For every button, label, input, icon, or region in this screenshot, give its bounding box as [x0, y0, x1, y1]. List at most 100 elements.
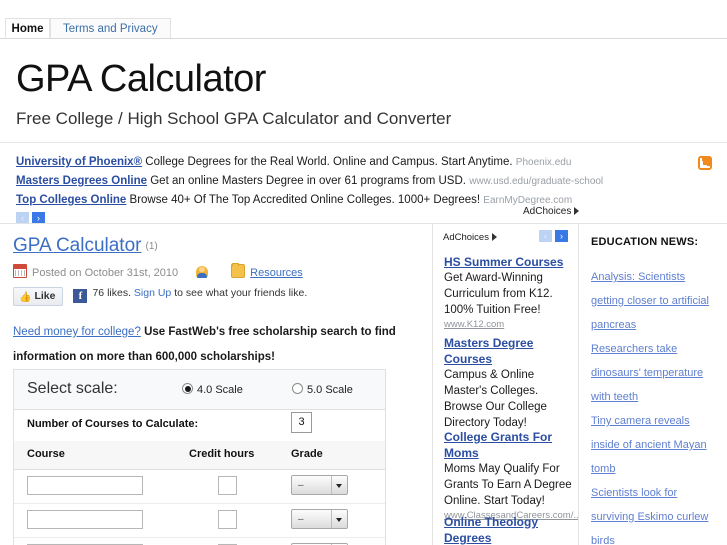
post-meta: Posted on October 31st, 2010 Resources	[13, 263, 303, 279]
adchoices-label: AdChoices	[443, 232, 489, 243]
top-ad-url: Phoenix.edu	[515, 157, 572, 168]
folder-icon	[231, 263, 246, 278]
news-list-item: Analysis: Scientists getting closer to a…	[591, 265, 719, 337]
table-row: –	[14, 504, 385, 538]
table-header-row: Course Credit hours Grade	[14, 441, 385, 470]
post-date: Posted on October 31st, 2010	[32, 267, 179, 279]
top-ad-title[interactable]: Top Colleges Online	[16, 194, 126, 206]
tab-bar: Home Terms and Privacy	[0, 18, 727, 39]
tab-terms-and-privacy[interactable]: Terms and Privacy	[50, 18, 171, 38]
gpa-calculator-widget: Select scale: 4.0 Scale 5.0 Scale Number…	[13, 369, 386, 545]
mid-ad-desc: Campus & Online Master's Colleges. Brows…	[444, 369, 547, 429]
facebook-like-count: 76 likes.	[92, 287, 131, 299]
column-header-course: Course	[27, 448, 65, 460]
page-subtitle: Free College / High School GPA Calculato…	[16, 109, 452, 128]
chevron-down-icon[interactable]	[331, 476, 347, 494]
facebook-like-label: Like	[34, 290, 56, 302]
table-row: –	[14, 470, 385, 504]
grade-select[interactable]: –	[291, 475, 348, 495]
scale-option-5[interactable]: 5.0 Scale	[292, 383, 353, 396]
top-ad-row: University of Phoenix® College Degrees f…	[16, 156, 571, 168]
mid-ad-nav: ‹ ›	[539, 230, 571, 244]
facebook-signup-link[interactable]: Sign Up	[134, 287, 171, 299]
scholarship-link[interactable]: Need money for college?	[13, 326, 141, 338]
page-root: Home Terms and Privacy GPA Calculator Fr…	[0, 0, 727, 545]
credit-hours-input[interactable]	[218, 510, 237, 529]
mid-ad-title[interactable]: Online Theology Degrees	[444, 514, 572, 545]
next-arrow-icon[interactable]: ›	[555, 230, 568, 242]
credit-hours-input[interactable]	[218, 476, 237, 495]
top-ad-desc: Browse 40+ Of The Top Accredited Online …	[129, 194, 481, 206]
post-title: GPA Calculator (1)	[13, 235, 158, 258]
number-of-courses-row: Number of Courses to Calculate: 3	[14, 410, 385, 441]
main-column: GPA Calculator (1) Posted on October 31st…	[0, 224, 432, 545]
mid-ad-item: College Grants For Moms Moms May Qualify…	[444, 429, 578, 522]
grade-select[interactable]: –	[291, 509, 348, 529]
grade-select-value: –	[298, 480, 304, 491]
mid-ad-desc: Get Award-Winning Curriculum from K12. 1…	[444, 272, 553, 316]
mid-ad-title[interactable]: HS Summer Courses	[444, 254, 572, 270]
top-ad-url: EarnMyDegree.com	[483, 195, 573, 206]
adchoices-mid[interactable]: AdChoices	[443, 232, 497, 243]
top-ad-row: Masters Degrees Online Get an online Mas…	[16, 175, 603, 187]
top-ad-block: University of Phoenix® College Degrees f…	[0, 142, 727, 224]
adchoices-triangle-icon	[491, 233, 497, 241]
scale-option-4[interactable]: 4.0 Scale	[182, 383, 243, 396]
rss-icon[interactable]	[698, 156, 712, 170]
news-link[interactable]: Researchers take dinosaurs' temperature …	[591, 343, 703, 403]
top-ad-title[interactable]: Masters Degrees Online	[16, 175, 147, 187]
mid-ad-item: HS Summer Courses Get Award-Winning Curr…	[444, 254, 572, 331]
top-ad-title[interactable]: University of Phoenix®	[16, 156, 142, 168]
course-input[interactable]	[27, 510, 143, 529]
chevron-down-icon[interactable]	[331, 510, 347, 528]
facebook-like-button[interactable]: 👍 Like	[13, 287, 64, 306]
mid-ad-title[interactable]: Masters Degree Courses	[444, 335, 572, 367]
mid-ad-desc: Moms May Qualify For Grants To Earn A De…	[444, 463, 572, 507]
facebook-like-tail: to see what your friends like.	[174, 287, 308, 299]
scale-option-4-label: 4.0 Scale	[197, 384, 243, 396]
top-ad-desc: Get an online Masters Degree in over 61 …	[150, 175, 466, 187]
scale-selector-row: Select scale: 4.0 Scale 5.0 Scale	[14, 370, 385, 410]
number-of-courses-input[interactable]: 3	[291, 412, 312, 433]
radio-icon-5[interactable]	[292, 383, 303, 394]
news-heading: EDUCATION NEWS:	[591, 236, 699, 248]
scale-label: Select scale:	[27, 380, 118, 397]
radio-icon-4[interactable]	[182, 383, 193, 394]
news-link[interactable]: Scientists look for surviving Eskimo cur…	[591, 487, 708, 545]
scale-option-5-label: 5.0 Scale	[307, 384, 353, 396]
post-comment-count: (1)	[145, 241, 158, 252]
news-list-item: Scientists look for surviving Eskimo cur…	[591, 481, 719, 545]
adchoices-top[interactable]: AdChoices	[523, 206, 580, 217]
news-list-item: Researchers take dinosaurs' temperature …	[591, 337, 719, 409]
news-link[interactable]: Tiny camera reveals inside of ancient Ma…	[591, 415, 707, 475]
mid-ad-item: Masters Degree Courses Campus & Online M…	[444, 335, 572, 431]
news-link[interactable]: Analysis: Scientists getting closer to a…	[591, 271, 709, 331]
mid-ad-title[interactable]: College Grants For Moms	[444, 429, 572, 461]
news-list-item: Tiny camera reveals inside of ancient Ma…	[591, 409, 719, 481]
top-ad-row: Top Colleges Online Browse 40+ Of The To…	[16, 194, 572, 206]
page-title: GPA Calculator	[16, 58, 266, 100]
thumbs-up-icon: 👍	[19, 292, 32, 303]
course-input[interactable]	[27, 476, 143, 495]
post-title-link[interactable]: GPA Calculator	[13, 235, 141, 256]
post-category-link[interactable]: Resources	[250, 267, 303, 279]
mid-ad-url[interactable]: www.K12.com	[444, 318, 572, 331]
number-of-courses-label: Number of Courses to Calculate:	[27, 418, 199, 430]
mid-ad-item: Online Theology Degrees	[444, 514, 572, 545]
mid-ad-column: AdChoices ‹ › HS Summer Courses Get Award…	[433, 224, 578, 545]
grade-select-value: –	[298, 514, 304, 525]
news-list: Analysis: Scientists getting closer to a…	[591, 265, 719, 545]
calendar-icon	[13, 264, 27, 278]
scholarship-blurb: Need money for college? Use FastWeb's fr…	[13, 320, 418, 370]
table-row: –	[14, 538, 385, 545]
facebook-icon: f	[73, 289, 88, 303]
adchoices-label: AdChoices	[523, 206, 572, 217]
prev-arrow-icon[interactable]: ‹	[539, 230, 552, 242]
tab-home[interactable]: Home	[5, 18, 50, 38]
top-ad-url: www.usd.edu/graduate-school	[469, 176, 604, 187]
author-icon	[196, 266, 209, 278]
news-column: EDUCATION NEWS: Analysis: Scientists get…	[579, 224, 727, 545]
top-ad-desc: College Degrees for the Real World. Onli…	[145, 156, 513, 168]
facebook-like-bar: 👍 Like f 76 likes. Sign Up to see what your…	[13, 287, 307, 306]
adchoices-triangle-icon	[574, 207, 580, 215]
